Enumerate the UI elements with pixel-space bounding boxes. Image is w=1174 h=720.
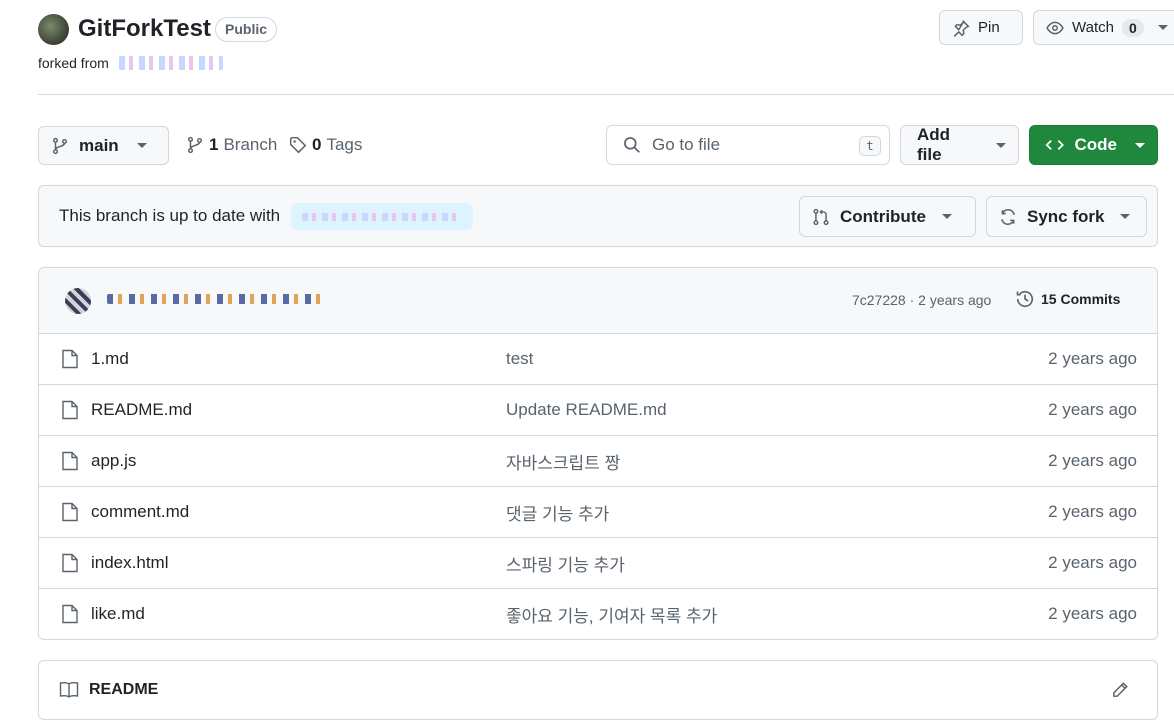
tag-count: 0 [312,135,322,154]
visibility-badge: Public [215,17,278,42]
pin-button[interactable]: Pin [939,10,1023,45]
code-button[interactable]: Code [1029,125,1158,165]
fork-status-text: This branch is up to date with [59,206,281,225]
branch-count: 1 [209,135,219,154]
git-pull-request-icon [813,208,829,225]
repo-name[interactable]: GitForkTest [78,15,211,43]
readme-title: README [89,681,159,698]
contribute-caret-icon [941,214,952,219]
readme-box: README [38,660,1158,720]
commit-message[interactable]: 스파링 기능 추가 [506,551,625,576]
contribute-label: Contribute [840,206,926,226]
commit-message[interactable]: Update README.md [506,400,667,420]
commits-count: 15 Commits [1041,291,1121,307]
code-icon [1045,139,1064,151]
tags-link[interactable]: 0 Tags [289,135,362,155]
table-row: app.js 자바스크립트 짱 2 years ago [39,435,1157,486]
code-caret-icon [1135,142,1145,148]
watch-caret-icon[interactable] [1157,25,1168,30]
author-avatar[interactable] [65,288,91,314]
search-placeholder: Go to file [652,135,721,154]
commit-hash-time[interactable]: 7c27228 · 2 years ago [852,292,991,308]
branch-name: main [79,135,119,155]
table-row: README.md Update README.md 2 years ago [39,384,1157,435]
git-branch-icon [187,136,203,154]
code-label: Code [1074,135,1118,154]
commit-message[interactable]: 댓글 기능 추가 [506,500,609,525]
tag-icon [289,136,307,154]
tag-label: Tags [326,135,363,154]
file-name[interactable]: app.js [91,451,136,471]
table-row: 1.md test 2 years ago [39,333,1157,384]
branches-link[interactable]: 1 Branch [186,135,277,155]
file-icon [62,400,78,420]
sync-fork-label: Sync fork [1027,206,1105,226]
commit-author-and-message[interactable] [107,294,327,304]
latest-commit-header: 7c27228 · 2 years ago 15 Commits [39,268,1157,333]
fork-status-bar: This branch is up to date with Contribut… [38,185,1158,247]
pin-icon [953,19,970,37]
file-name[interactable]: comment.md [91,502,189,522]
branch-caret-icon [136,143,147,148]
sync-fork-button[interactable]: Sync fork [986,196,1147,237]
repo-avatar[interactable] [38,14,69,45]
search-shortcut-key: t [859,136,881,156]
git-branch-icon [52,137,68,154]
forked-from-link[interactable] [118,56,223,70]
watch-label: Watch [1072,19,1114,36]
commit-date: 2 years ago [1048,400,1137,419]
add-file-button[interactable]: Add file [900,125,1019,165]
history-icon [1016,291,1034,308]
pencil-icon[interactable] [1111,681,1129,699]
file-name[interactable]: README.md [91,400,192,420]
branch-selector[interactable]: main [38,126,169,165]
watch-count: 0 [1121,18,1144,37]
commit-message[interactable]: 자바스크립트 짱 [506,449,620,474]
table-row: comment.md 댓글 기능 추가 2 years ago [39,486,1157,537]
commit-date: 2 years ago [1048,451,1137,470]
file-icon [62,502,78,522]
commit-message[interactable]: 좋아요 기능, 기여자 목록 추가 [506,602,717,627]
upstream-branch-link[interactable] [291,203,473,230]
header-divider [38,94,1174,95]
forked-from-label: forked from [38,55,109,71]
table-row: index.html 스파링 기능 추가 2 years ago [39,537,1157,588]
pin-label: Pin [978,19,1000,36]
commit-date: 2 years ago [1048,502,1137,521]
add-file-label: Add file [917,125,951,164]
commit-date: 2 years ago [1048,349,1137,368]
readme-tab[interactable]: README [59,681,158,699]
book-icon [59,682,79,698]
watch-button[interactable]: Watch 0 [1033,10,1174,45]
file-icon [62,451,78,471]
file-icon [62,604,78,624]
file-name[interactable]: like.md [91,604,145,624]
commits-link[interactable]: 15 Commits [1015,289,1120,309]
sync-icon [1001,208,1015,225]
contribute-button[interactable]: Contribute [799,196,976,237]
file-name[interactable]: index.html [91,553,168,573]
file-name[interactable]: 1.md [91,349,129,369]
commit-date: 2 years ago [1048,553,1137,572]
commit-date: 2 years ago [1048,604,1137,623]
commit-message[interactable]: test [506,349,533,369]
eye-icon [1046,21,1064,34]
file-icon [62,553,78,573]
search-icon [624,137,640,153]
branch-label: Branch [223,135,278,154]
add-file-caret-icon [996,142,1006,148]
file-icon [62,349,78,369]
sync-fork-caret-icon [1120,214,1131,219]
go-to-file-input[interactable]: Go to file t [606,125,890,165]
table-row: like.md 좋아요 기능, 기여자 목록 추가 2 years ago [39,588,1157,639]
